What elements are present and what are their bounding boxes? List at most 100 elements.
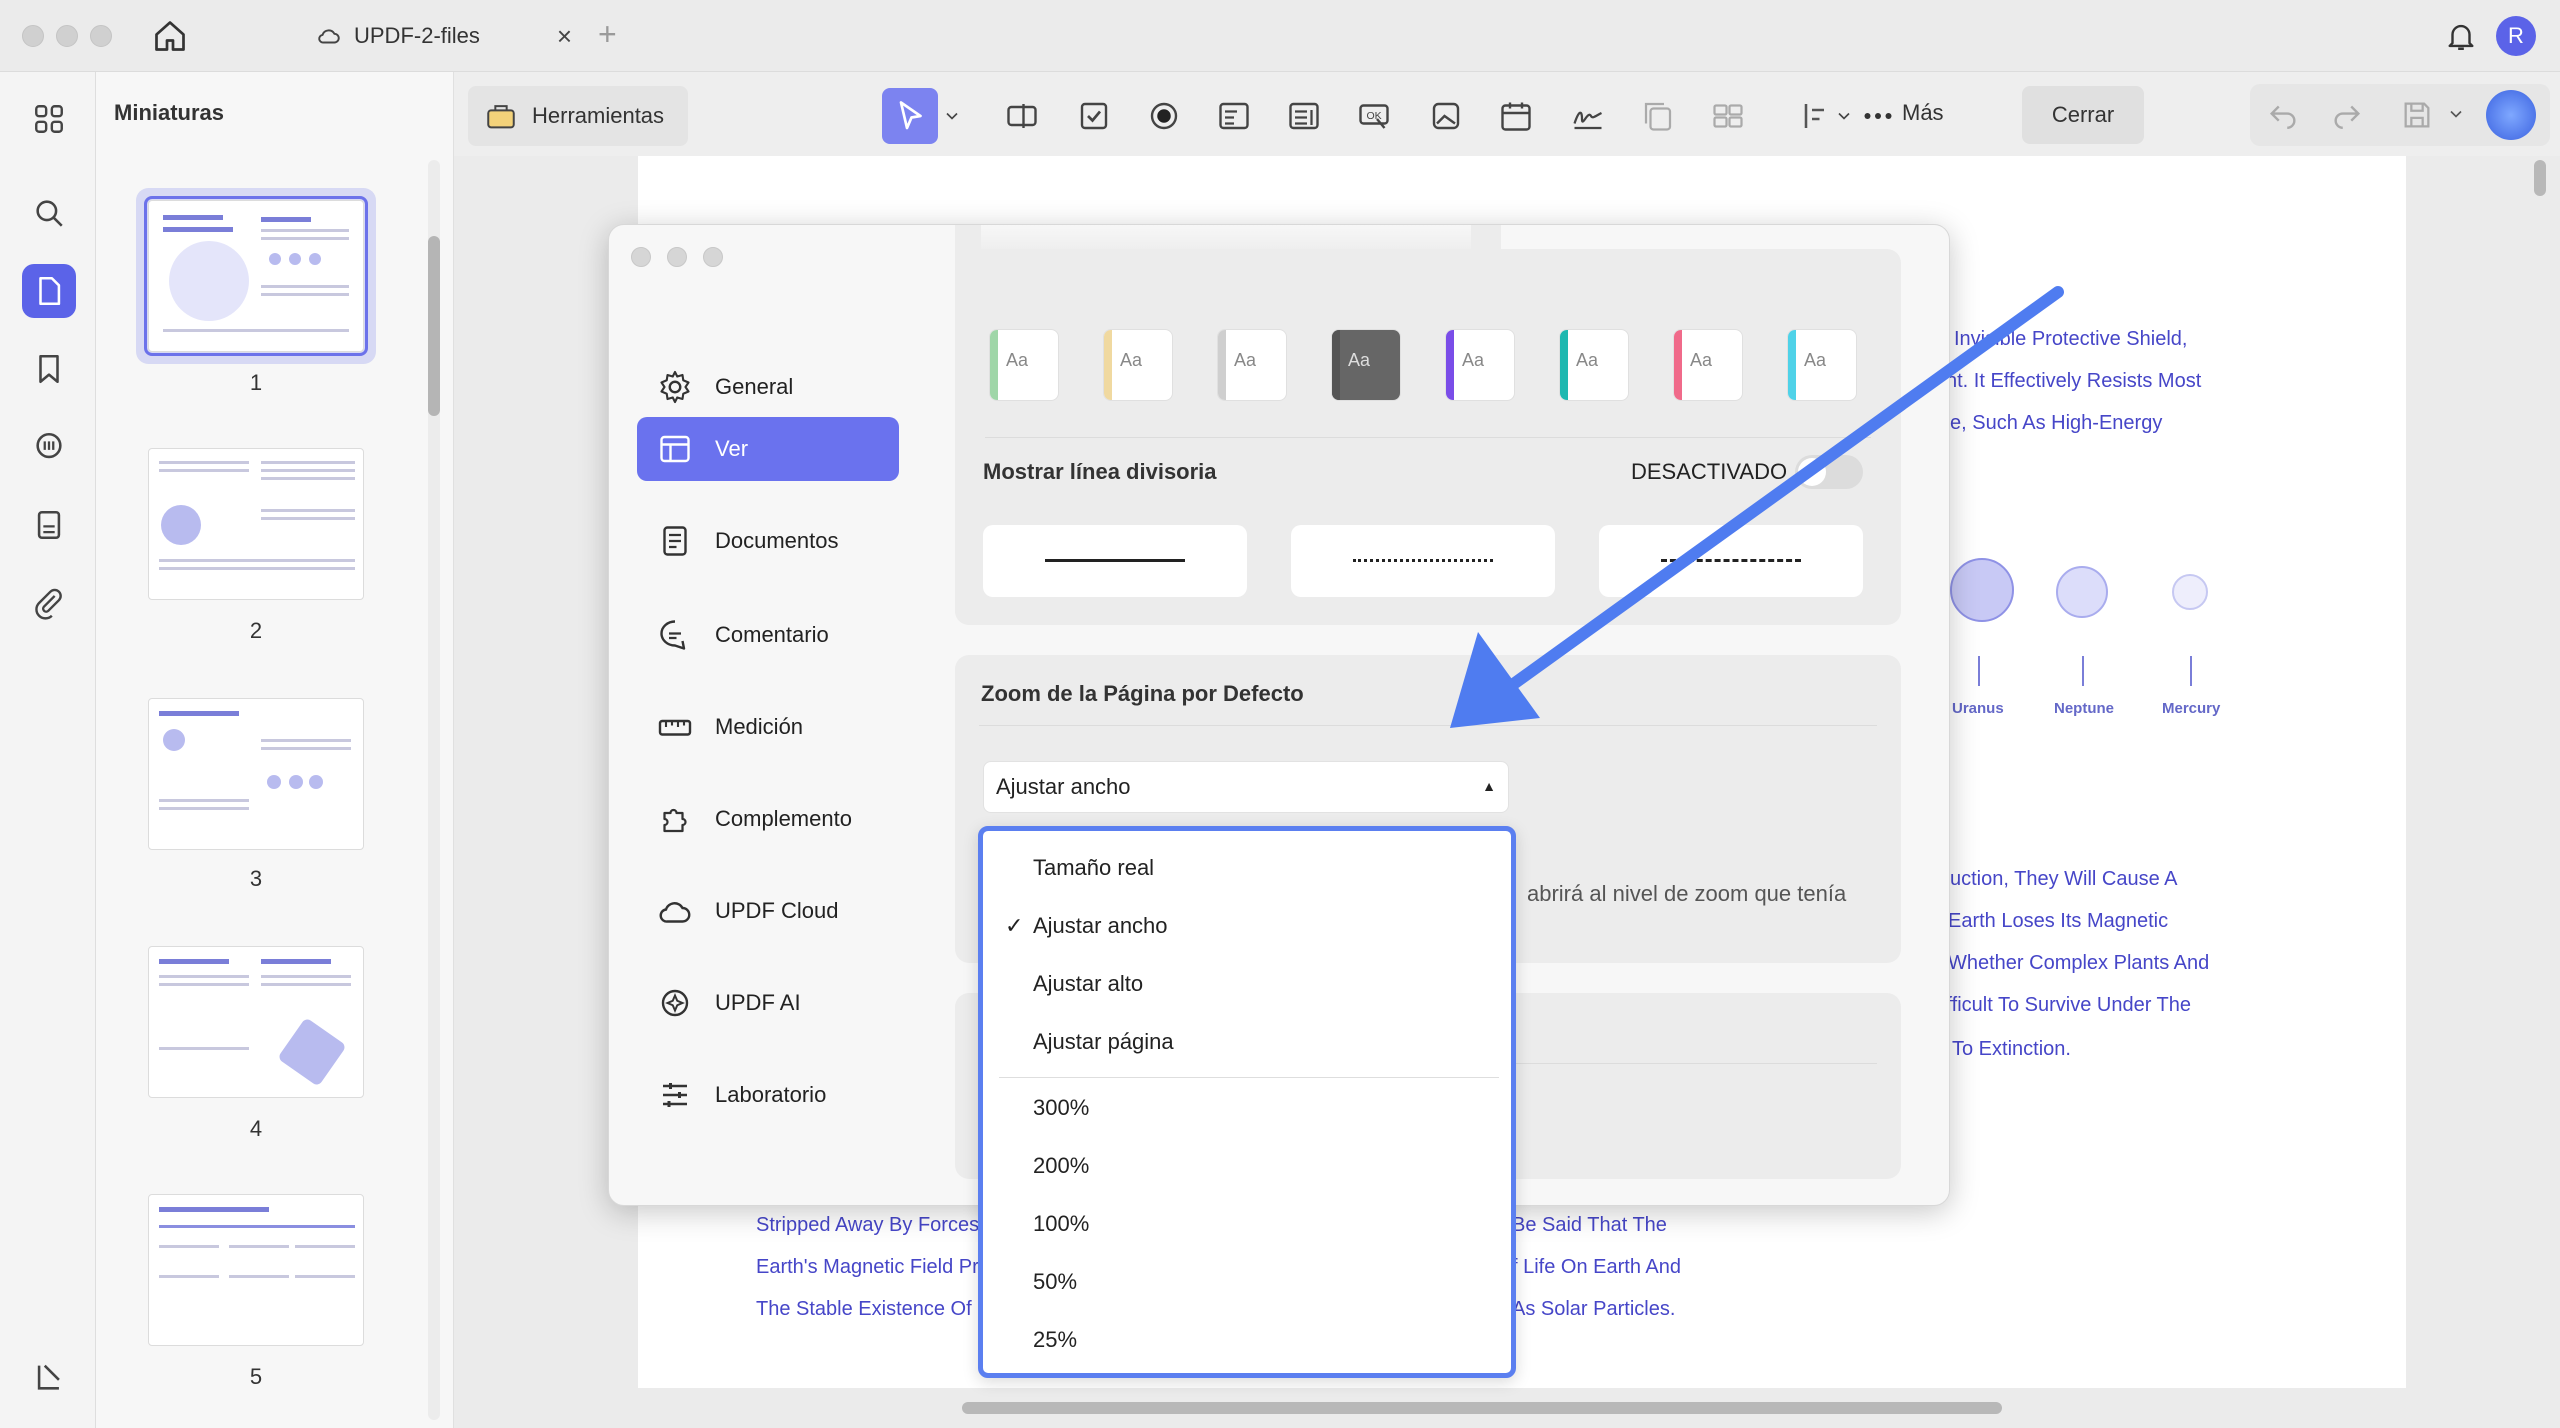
page-number: 3 xyxy=(249,866,263,891)
radio-button-icon[interactable] xyxy=(1144,96,1184,136)
theme-option[interactable]: Aa xyxy=(1445,329,1515,401)
page-thumbnail[interactable] xyxy=(148,448,364,600)
avatar[interactable]: R xyxy=(2496,16,2536,56)
more-button[interactable]: Más xyxy=(1902,100,1944,126)
doc-line: Whether Complex Plants And xyxy=(1948,952,2210,974)
apps-grid-icon[interactable] xyxy=(22,92,76,146)
page-thumbnail[interactable] xyxy=(144,196,368,356)
zoom-option-100[interactable]: 100% xyxy=(1033,1211,1089,1237)
tools-label: Herramientas xyxy=(532,103,665,128)
page-thumbnail[interactable] xyxy=(148,1194,364,1346)
theme-option[interactable]: Aa xyxy=(1787,329,1857,401)
title-bar: UPDF-2-files × + R xyxy=(0,0,2560,72)
search-icon[interactable] xyxy=(22,186,76,240)
nav-comentario[interactable]: Comentario xyxy=(637,603,899,667)
zoom-option-200[interactable]: 200% xyxy=(1033,1153,1089,1179)
layers-icon[interactable] xyxy=(22,1350,76,1404)
nav-label: Comentario xyxy=(715,622,829,647)
left-rail xyxy=(0,72,96,1428)
ruler-icon xyxy=(658,719,692,736)
comment-list-icon[interactable] xyxy=(22,420,76,474)
align-icon[interactable] xyxy=(1798,96,1838,136)
nav-documentos[interactable]: Documentos xyxy=(637,509,899,573)
zoom-option-actual-size[interactable]: Tamaño real xyxy=(1033,855,1154,881)
home-icon[interactable] xyxy=(152,18,188,54)
zoom-dropdown: Tamaño real ✓ Ajustar ancho Ajustar alto… xyxy=(978,826,1516,1378)
thumbnails-panel: Miniaturas 1 2 3 4 5 xyxy=(96,72,454,1428)
theme-option[interactable]: Aa xyxy=(1217,329,1287,401)
zoom-option-50[interactable]: 50% xyxy=(1033,1269,1077,1295)
chevron-down-icon[interactable] xyxy=(1834,96,1854,136)
nav-label: Medición xyxy=(715,714,804,739)
zoom-option-fit-height[interactable]: Ajustar alto xyxy=(1033,971,1143,997)
line-style-dotted[interactable] xyxy=(1291,525,1555,597)
dialog-close-dot[interactable] xyxy=(631,247,651,267)
theme-option[interactable]: Aa xyxy=(1673,329,1743,401)
nav-complemento[interactable]: Complemento xyxy=(637,787,899,851)
page-thumbnail[interactable] xyxy=(148,698,364,850)
page-thumbnail[interactable] xyxy=(148,946,364,1098)
zoom-option-fit-width[interactable]: Ajustar ancho xyxy=(1033,913,1168,939)
zoom-help-text: abrirá al nivel de zoom que tenía xyxy=(1527,881,1847,906)
page-number: 4 xyxy=(249,1116,263,1141)
thumbnails-icon[interactable] xyxy=(22,264,76,318)
theme-option[interactable]: Aa xyxy=(1559,329,1629,401)
select-cursor-icon[interactable] xyxy=(882,88,938,144)
date-field-icon[interactable] xyxy=(1496,96,1536,136)
vertical-scrollbar[interactable] xyxy=(2534,160,2546,196)
list-box-icon[interactable] xyxy=(1284,96,1324,136)
tools-button[interactable]: Herramientas xyxy=(468,86,688,146)
thumbnails-scrollbar[interactable] xyxy=(428,160,440,1420)
bell-icon[interactable] xyxy=(2444,18,2478,54)
document-form-icon[interactable] xyxy=(22,498,76,552)
nav-label: UPDF Cloud xyxy=(715,898,839,923)
new-tab-button[interactable]: + xyxy=(598,16,617,53)
doc-line: The Stable Existence Of xyxy=(756,1298,972,1320)
attachment-icon[interactable] xyxy=(22,576,76,630)
window-zoom-dot[interactable] xyxy=(90,25,112,47)
window-minimize-dot[interactable] xyxy=(56,25,78,47)
window-close-dot[interactable] xyxy=(22,25,44,47)
zoom-option-300[interactable]: 300% xyxy=(1033,1095,1089,1121)
nav-laboratorio[interactable]: Laboratorio xyxy=(637,1063,899,1127)
zoom-option-25[interactable]: 25% xyxy=(1033,1327,1077,1353)
chevron-down-icon[interactable] xyxy=(942,96,962,136)
dialog-minimize-dot[interactable] xyxy=(667,247,687,267)
nav-updf-ai[interactable]: UPDF AI xyxy=(637,971,899,1035)
close-button[interactable]: Cerrar xyxy=(2022,86,2144,144)
horizontal-scrollbar[interactable] xyxy=(962,1402,2002,1414)
ai-assistant-icon[interactable] xyxy=(2486,90,2536,140)
combo-box-icon[interactable] xyxy=(1214,96,1254,136)
ai-icon xyxy=(661,989,689,1017)
tab-close-icon[interactable]: × xyxy=(557,21,572,52)
zoom-select[interactable]: Ajustar ancho ▲ xyxy=(983,761,1509,813)
save-icon[interactable] xyxy=(2400,98,2434,132)
theme-option[interactable]: Aa xyxy=(1103,329,1173,401)
text-field-icon[interactable] xyxy=(1002,96,1042,136)
undo-icon[interactable] xyxy=(2266,98,2300,132)
image-field-icon[interactable] xyxy=(1426,96,1466,136)
nav-updf-cloud[interactable]: UPDF Cloud xyxy=(637,879,899,943)
grid-layout-icon[interactable] xyxy=(1708,96,1748,136)
dialog-zoom-dot[interactable] xyxy=(703,247,723,267)
chevron-down-icon[interactable] xyxy=(2446,104,2466,124)
gear-icon xyxy=(660,370,690,404)
zoom-option-fit-page[interactable]: Ajustar página xyxy=(1033,1029,1174,1055)
redo-icon[interactable] xyxy=(2330,98,2364,132)
line-style-dashed[interactable] xyxy=(1599,525,1863,597)
bookmark-icon[interactable] xyxy=(22,342,76,396)
nav-general[interactable]: General xyxy=(637,355,899,419)
document-tab[interactable]: UPDF-2-files × xyxy=(300,12,580,60)
signature-icon[interactable] xyxy=(1568,96,1608,136)
nav-ver[interactable]: Ver xyxy=(637,417,899,481)
button-field-icon[interactable]: OK xyxy=(1354,96,1394,136)
theme-option[interactable]: Aa xyxy=(1331,329,1401,401)
duplicate-icon[interactable] xyxy=(1638,96,1678,136)
line-style-solid[interactable] xyxy=(983,525,1247,597)
theme-option[interactable]: Aa xyxy=(989,329,1059,401)
more-dots-icon[interactable] xyxy=(1858,96,1898,136)
divider-toggle[interactable] xyxy=(1795,455,1863,489)
nav-medicion[interactable]: Medición xyxy=(637,695,899,759)
doc-line: As Solar Particles. xyxy=(1512,1298,1676,1320)
checkbox-icon[interactable] xyxy=(1074,96,1114,136)
